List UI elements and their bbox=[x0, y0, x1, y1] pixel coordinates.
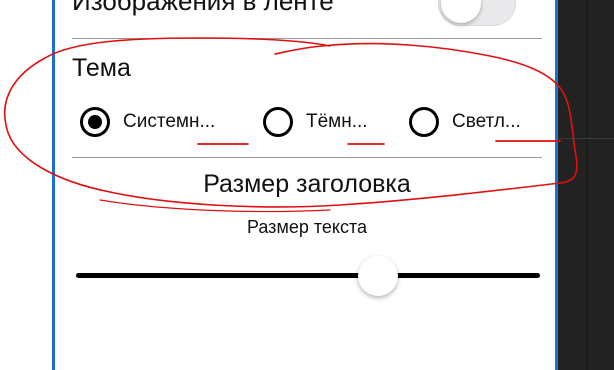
radio-unselected-icon[interactable] bbox=[263, 107, 293, 137]
theme-option-light[interactable]: Светл... bbox=[409, 104, 521, 140]
radio-selected-icon[interactable] bbox=[80, 107, 110, 137]
radio-dot bbox=[88, 115, 102, 129]
feed-images-toggle[interactable] bbox=[438, 0, 516, 26]
frame-right-edge bbox=[555, 0, 558, 370]
text-size-label: Размер текста bbox=[246, 217, 368, 237]
theme-option-dark[interactable]: Тёмн... bbox=[263, 104, 368, 140]
theme-option-label: Светл... bbox=[452, 111, 521, 132]
panel-seam bbox=[586, 0, 588, 370]
divider-theme bbox=[72, 157, 542, 158]
heading-size-label[interactable]: Размер заголовка bbox=[72, 170, 542, 199]
theme-option-system[interactable]: Системн... bbox=[80, 104, 215, 140]
frame-left-edge bbox=[52, 0, 55, 370]
settings-screen: Изображения в ленте Тема Системн... Тёмн… bbox=[0, 0, 614, 370]
theme-radio-group: Системн... Тёмн... Светл... bbox=[80, 104, 550, 140]
theme-option-label: Тёмн... bbox=[306, 111, 368, 132]
side-panel bbox=[558, 0, 614, 370]
toggle-knob[interactable] bbox=[441, 0, 481, 23]
slider-track[interactable] bbox=[76, 273, 540, 278]
feed-images-label: Изображения в ленте bbox=[72, 0, 334, 16]
text-size-slider[interactable] bbox=[76, 256, 540, 296]
theme-title: Тема bbox=[72, 54, 131, 82]
theme-option-label: Системн... bbox=[123, 111, 216, 132]
annotation-loop-inner bbox=[99, 199, 331, 213]
panel-line bbox=[558, 138, 614, 139]
slider-thumb[interactable] bbox=[357, 256, 398, 296]
divider-top bbox=[72, 38, 542, 39]
radio-unselected-icon[interactable] bbox=[409, 107, 439, 137]
